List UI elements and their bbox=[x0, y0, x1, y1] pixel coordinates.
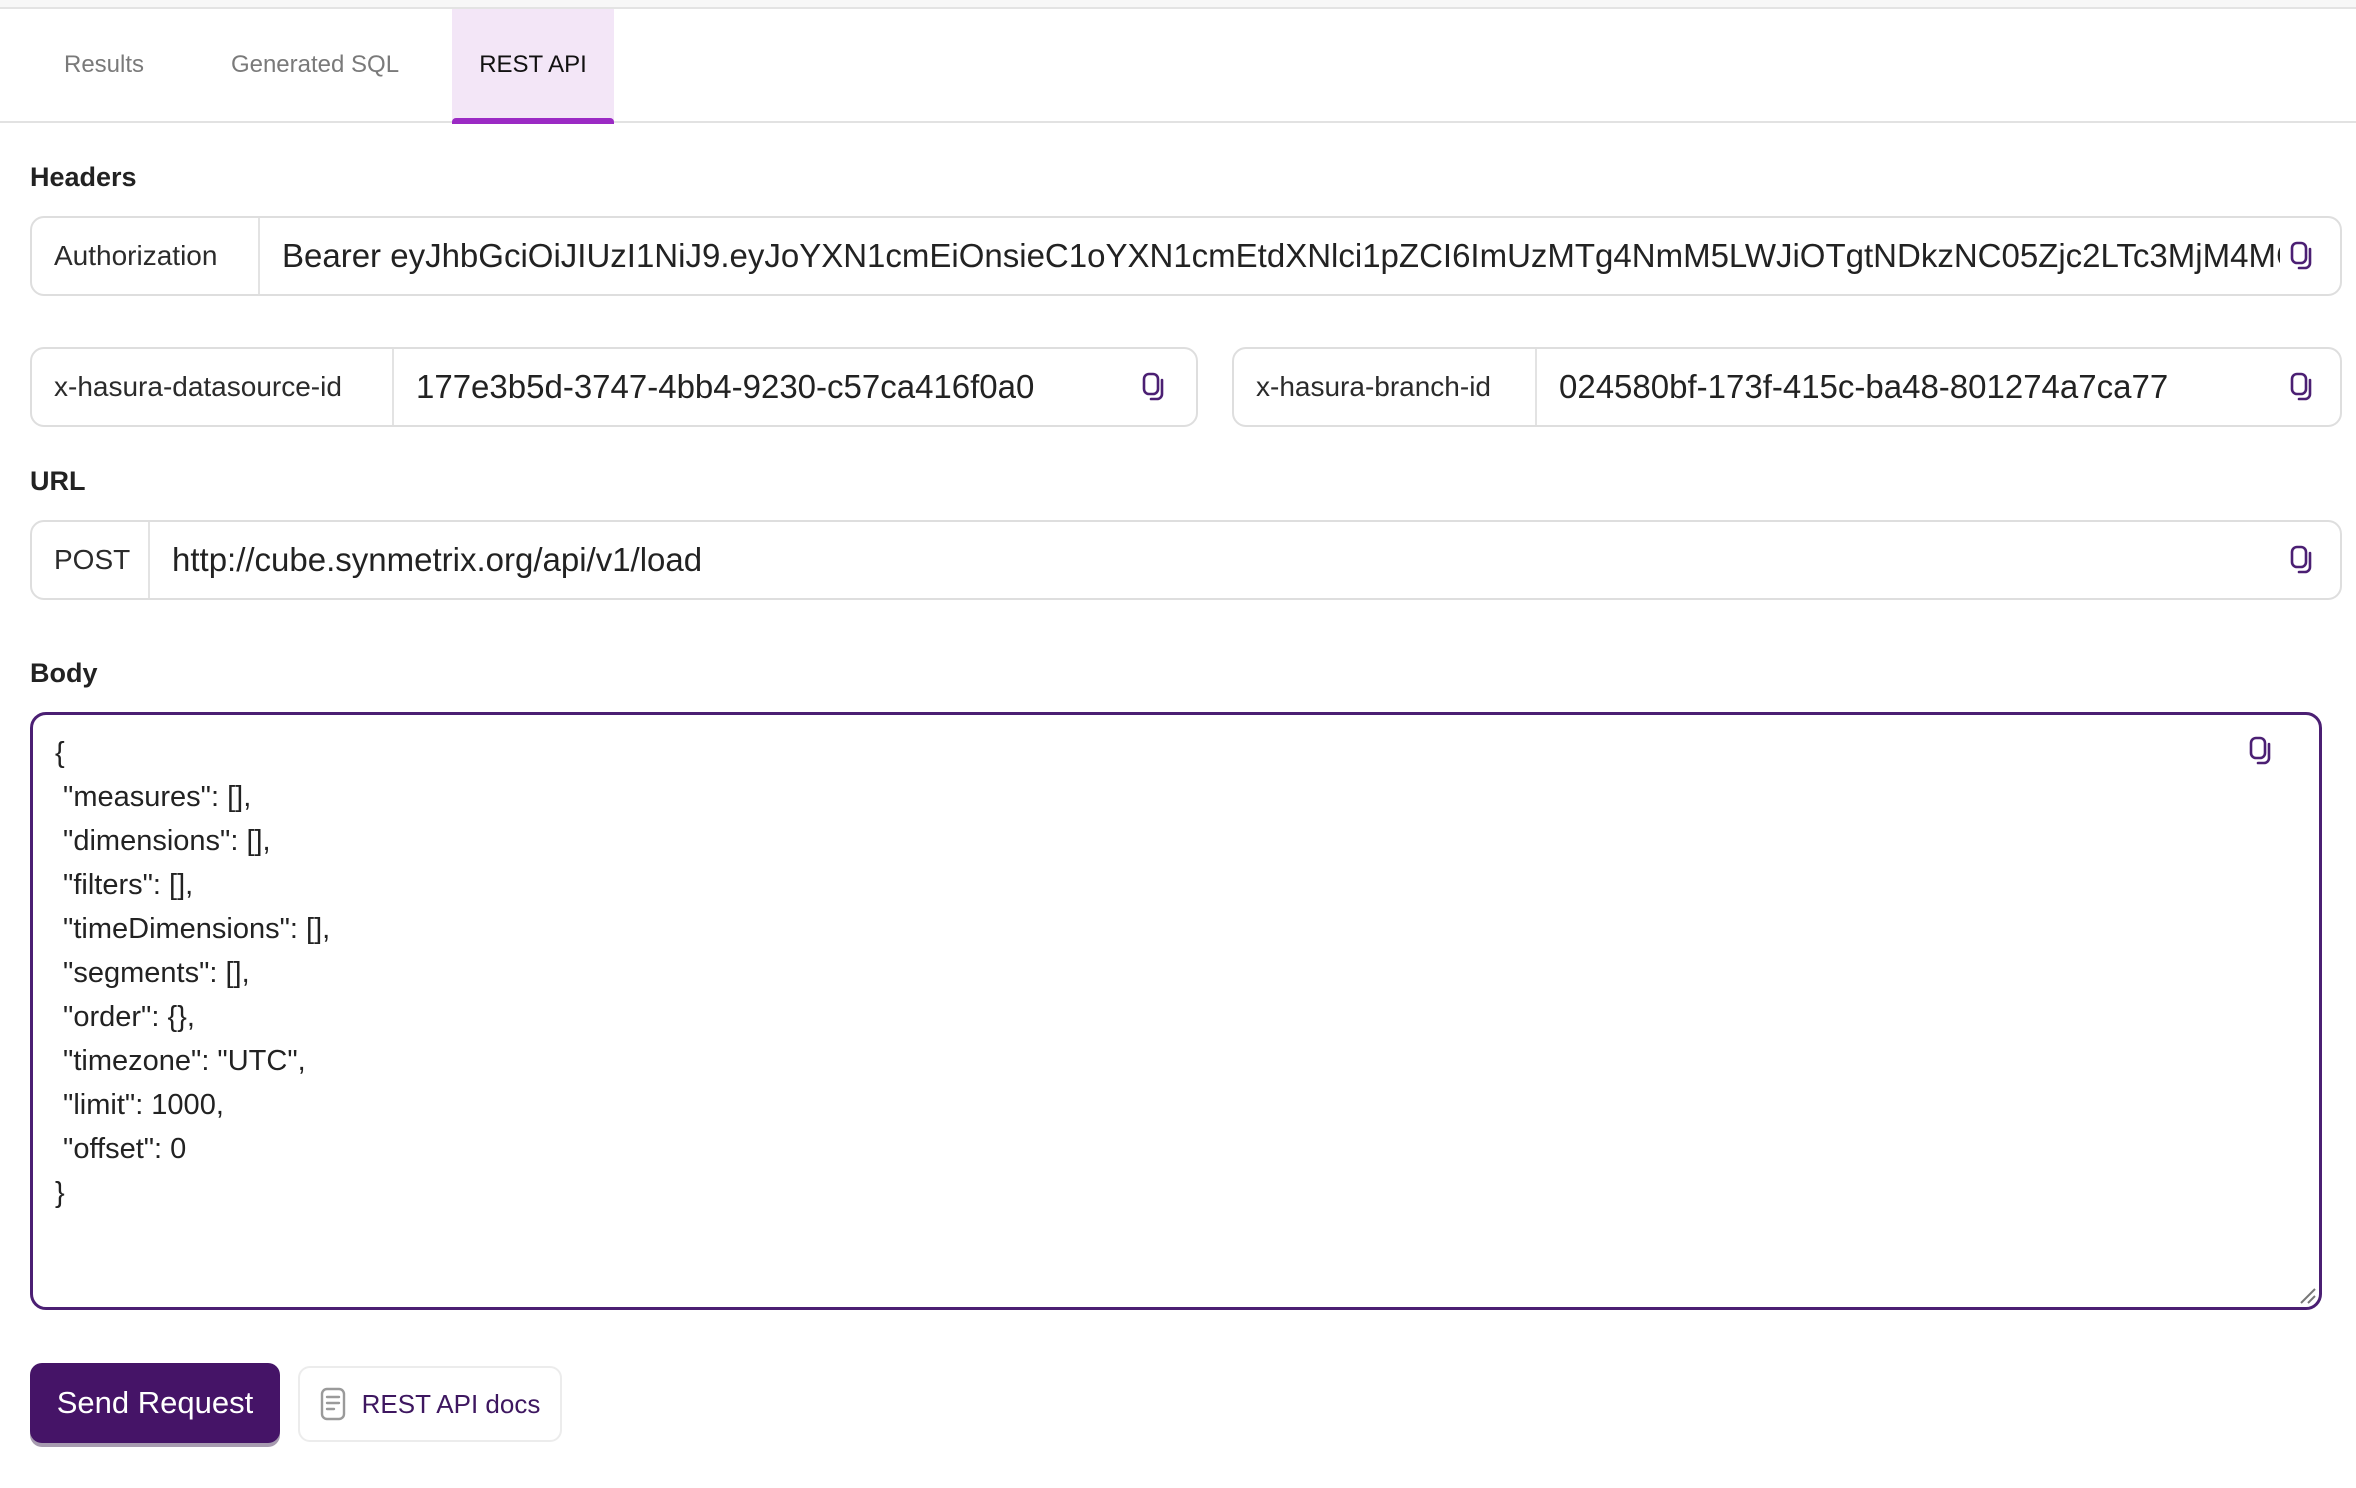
copy-icon bbox=[1142, 372, 1164, 401]
copy-datasource-button[interactable] bbox=[1132, 365, 1176, 409]
request-body-editor[interactable]: { "measures": [], "dimensions": [], "fil… bbox=[30, 712, 2322, 1310]
copy-body-button[interactable] bbox=[2239, 729, 2283, 773]
url-field: POST http://cube.synmetrix.org/api/v1/lo… bbox=[30, 520, 2342, 600]
copy-icon bbox=[2290, 545, 2312, 574]
datasource-value[interactable]: 177e3b5d-3747-4bb4-9230-c57ca416f0a0 bbox=[394, 368, 1132, 406]
tab-results[interactable]: Results bbox=[40, 9, 168, 121]
send-request-button[interactable]: Send Request bbox=[30, 1363, 280, 1443]
branch-header-field: x-hasura-branch-id 024580bf-173f-415c-ba… bbox=[1232, 347, 2342, 427]
rest-api-docs-button[interactable]: REST API docs bbox=[298, 1366, 562, 1442]
copy-icon bbox=[2249, 736, 2271, 765]
copy-icon bbox=[2290, 241, 2312, 270]
copy-url-button[interactable] bbox=[2280, 538, 2324, 582]
tab-bar: Results Generated SQL REST API bbox=[0, 9, 2356, 124]
url-value[interactable]: http://cube.synmetrix.org/api/v1/load bbox=[150, 541, 2280, 579]
copy-authorization-button[interactable] bbox=[2280, 234, 2324, 278]
url-title: URL bbox=[30, 466, 86, 496]
tab-generated-sql[interactable]: Generated SQL bbox=[200, 9, 430, 121]
copy-icon bbox=[2290, 372, 2312, 401]
branch-key: x-hasura-branch-id bbox=[1234, 349, 1537, 425]
copy-branch-button[interactable] bbox=[2280, 365, 2324, 409]
branch-value[interactable]: 024580bf-173f-415c-ba48-801274a7ca77 bbox=[1537, 368, 2280, 406]
authorization-key: Authorization bbox=[32, 218, 260, 294]
document-icon bbox=[320, 1387, 345, 1421]
top-divider bbox=[0, 0, 2356, 9]
http-method: POST bbox=[32, 522, 150, 598]
tab-rest-api[interactable]: REST API bbox=[452, 9, 614, 124]
datasource-header-field: x-hasura-datasource-id 177e3b5d-3747-4bb… bbox=[30, 347, 1198, 427]
authorization-header-field: Authorization Bearer eyJhbGciOiJIUzI1NiJ… bbox=[30, 216, 2342, 296]
request-body-text[interactable]: { "measures": [], "dimensions": [], "fil… bbox=[55, 731, 330, 1215]
headers-title: Headers bbox=[30, 162, 137, 192]
datasource-key: x-hasura-datasource-id bbox=[32, 349, 394, 425]
resize-handle-icon[interactable] bbox=[2297, 1285, 2317, 1305]
authorization-value[interactable]: Bearer eyJhbGciOiJIUzI1NiJ9.eyJoYXN1cmEi… bbox=[260, 237, 2280, 275]
rest-api-docs-label: REST API docs bbox=[361, 1388, 541, 1419]
body-title: Body bbox=[30, 658, 98, 688]
